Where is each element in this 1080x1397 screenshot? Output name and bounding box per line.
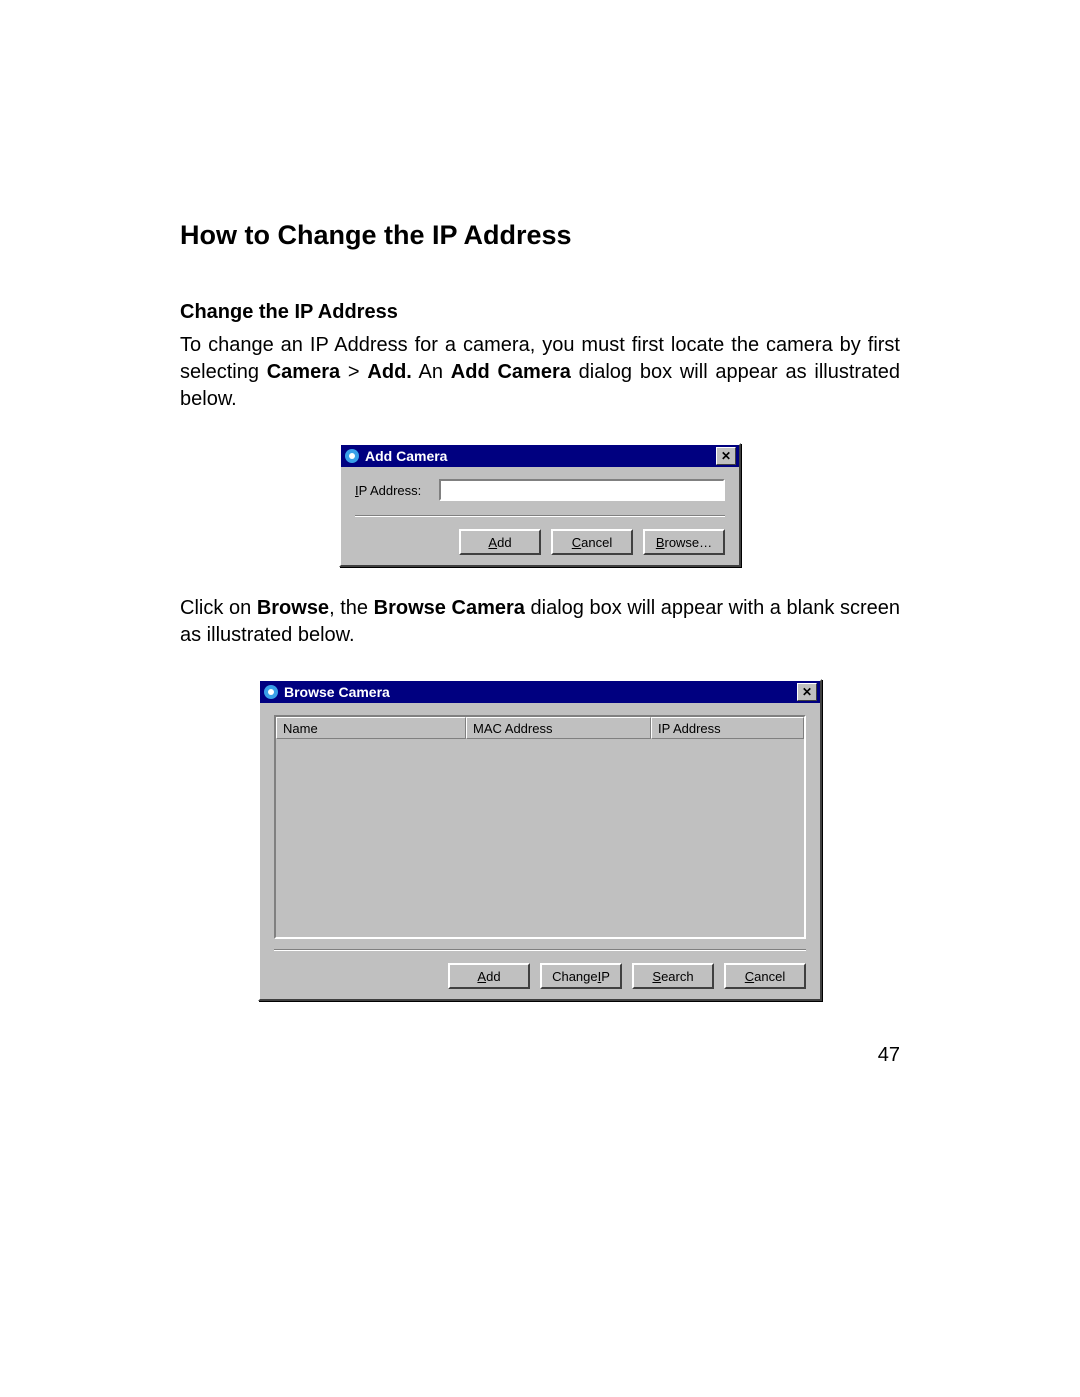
column-header-ip[interactable]: IP Address — [651, 717, 804, 739]
dialog-body: IP Address: Add Cancel Browse… — [341, 467, 739, 565]
add-camera-dialog-wrap: Add Camera ✕ IP Address: Add Cancel Brow… — [180, 443, 900, 567]
btn-rest: dd — [486, 969, 500, 984]
change-ip-button[interactable]: Change IP — [540, 963, 622, 989]
text-run: Click on — [180, 597, 257, 619]
btn-rest: dd — [497, 535, 511, 550]
title-bar: Browse Camera ✕ — [260, 681, 820, 703]
ip-address-row: IP Address: — [355, 479, 725, 501]
main-heading: How to Change the IP Address — [180, 220, 900, 251]
listview-header: Name MAC Address IP Address — [276, 717, 804, 739]
camera-icon — [263, 684, 279, 700]
page-number: 47 — [878, 1044, 900, 1067]
close-button[interactable]: ✕ — [716, 447, 736, 465]
paragraph-browse: Click on Browse, the Browse Camera dialo… — [180, 595, 900, 649]
text-bold-browse-camera: Browse Camera — [374, 597, 525, 619]
cancel-button[interactable]: Cancel — [724, 963, 806, 989]
btn-underline: A — [488, 535, 497, 550]
add-button[interactable]: Add — [459, 529, 541, 555]
browse-camera-dialog-wrap: Browse Camera ✕ Name MAC Address IP Addr… — [180, 679, 900, 1001]
sub-heading: Change the IP Address — [180, 301, 900, 324]
search-button[interactable]: Search — [632, 963, 714, 989]
ip-address-input[interactable] — [439, 479, 725, 501]
btn-rest: ancel — [754, 969, 785, 984]
column-header-mac[interactable]: MAC Address — [466, 717, 651, 739]
btn-pre: Change — [552, 969, 598, 984]
btn-underline: C — [572, 535, 581, 550]
dialog-body: Name MAC Address IP Address Add Change I… — [260, 703, 820, 999]
title-text: Add Camera — [365, 448, 716, 464]
btn-underline: C — [745, 969, 754, 984]
camera-listview[interactable]: Name MAC Address IP Address — [274, 715, 806, 939]
cancel-button[interactable]: Cancel — [551, 529, 633, 555]
btn-underline: B — [656, 535, 665, 550]
text-run: , the — [329, 597, 374, 619]
button-row: Add Change IP Search Cancel — [274, 963, 806, 989]
title-text: Browse Camera — [284, 684, 797, 700]
text-bold-camera: Camera — [267, 361, 340, 383]
separator — [355, 515, 725, 517]
browse-camera-dialog: Browse Camera ✕ Name MAC Address IP Addr… — [258, 679, 822, 1001]
label-rest: P Address: — [359, 483, 422, 498]
btn-underline: A — [477, 969, 486, 984]
button-row: Add Cancel Browse… — [355, 529, 725, 555]
close-icon: ✕ — [802, 685, 812, 699]
btn-rest: earch — [661, 969, 694, 984]
text-run: An — [412, 361, 451, 383]
title-bar: Add Camera ✕ — [341, 445, 739, 467]
btn-underline: S — [652, 969, 661, 984]
listview-body-empty — [276, 739, 804, 937]
text-run: > — [340, 361, 367, 383]
btn-rest: P — [601, 969, 610, 984]
text-bold-add-camera: Add Camera — [451, 361, 571, 383]
close-icon: ✕ — [721, 449, 731, 463]
paragraph-intro: To change an IP Address for a camera, yo… — [180, 332, 900, 413]
text-bold-browse: Browse — [257, 597, 329, 619]
browse-button[interactable]: Browse… — [643, 529, 725, 555]
btn-rest: rowse… — [664, 535, 712, 550]
separator — [274, 949, 806, 951]
add-button[interactable]: Add — [448, 963, 530, 989]
ip-address-label: IP Address: — [355, 483, 439, 498]
document-page: How to Change the IP Address Change the … — [0, 0, 1080, 1397]
btn-rest: ancel — [581, 535, 612, 550]
column-header-name[interactable]: Name — [276, 717, 466, 739]
text-bold-add: Add. — [367, 361, 411, 383]
close-button[interactable]: ✕ — [797, 683, 817, 701]
camera-icon — [344, 448, 360, 464]
add-camera-dialog: Add Camera ✕ IP Address: Add Cancel Brow… — [339, 443, 741, 567]
